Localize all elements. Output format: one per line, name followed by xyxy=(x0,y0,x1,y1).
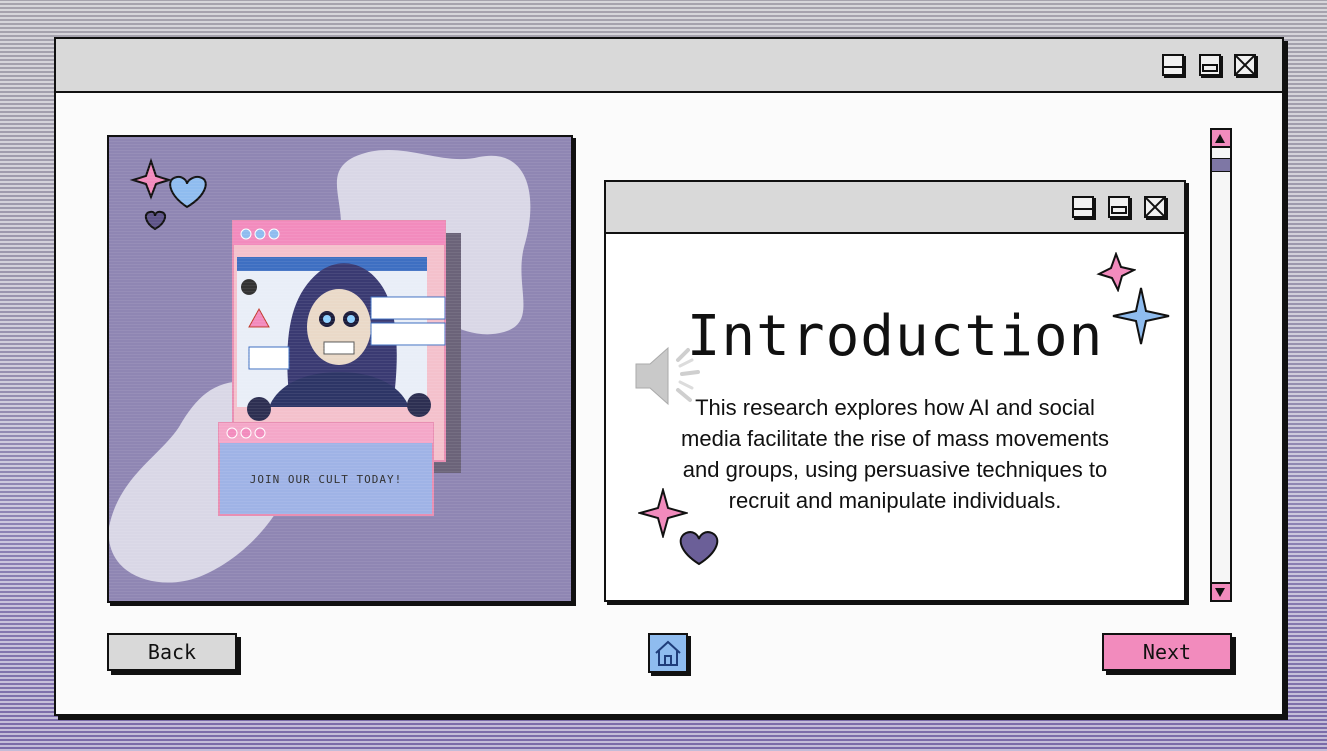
close-button[interactable] xyxy=(1234,54,1256,76)
maximize-button[interactable] xyxy=(1199,54,1221,76)
intro-body: This research explores how AI and social… xyxy=(681,395,1109,513)
scanline-overlay xyxy=(109,137,571,601)
next-button[interactable]: Next xyxy=(1102,633,1232,671)
content-close-button[interactable] xyxy=(1144,196,1166,218)
scroll-down-icon xyxy=(1215,588,1225,597)
minimize-icon xyxy=(1164,66,1182,68)
content-maximize-button[interactable] xyxy=(1108,196,1130,218)
home-button[interactable] xyxy=(648,633,688,673)
content-window: Introduction This research explores how … xyxy=(604,180,1186,602)
minimize-icon xyxy=(1074,208,1092,210)
sparkle-icon xyxy=(1112,287,1170,345)
minimize-button[interactable] xyxy=(1162,54,1184,76)
maximize-icon xyxy=(1111,206,1127,214)
scroll-up-icon xyxy=(1215,134,1225,143)
content-minimize-button[interactable] xyxy=(1072,196,1094,218)
illustration-panel: JOIN OUR CULT TODAY! xyxy=(107,135,573,603)
content-titlebar xyxy=(606,182,1184,234)
close-icon xyxy=(1146,198,1164,216)
scroll-up-button[interactable] xyxy=(1212,130,1230,148)
home-icon xyxy=(655,640,681,666)
main-window: JOIN OUR CULT TODAY! Introduction This r… xyxy=(54,37,1284,716)
heart-icon xyxy=(679,531,719,566)
illustration-caption: JOIN OUR CULT TODAY! xyxy=(249,473,403,486)
scrollbar[interactable] xyxy=(1210,128,1232,602)
maximize-icon xyxy=(1202,64,1218,72)
back-button[interactable]: Back xyxy=(107,633,237,671)
main-titlebar xyxy=(56,39,1282,93)
close-icon xyxy=(1236,56,1254,74)
scroll-thumb[interactable] xyxy=(1212,158,1230,172)
speaker-icon[interactable] xyxy=(634,342,706,412)
scroll-down-button[interactable] xyxy=(1212,582,1230,600)
